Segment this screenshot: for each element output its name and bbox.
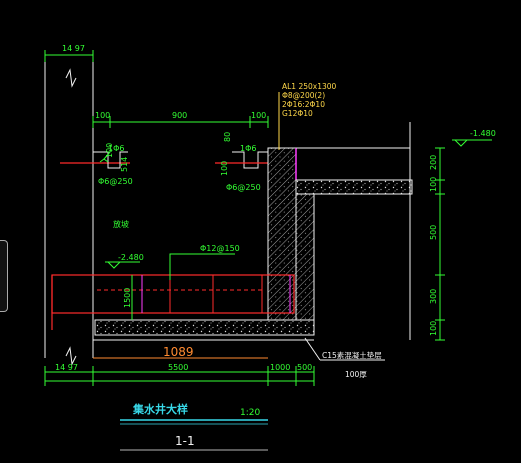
rebar-right-bottom-text: Φ6@250: [226, 183, 261, 192]
rebar-right-top-text: 1Φ6: [240, 144, 256, 153]
dim-514: 514: [120, 157, 129, 172]
dim-1089: 1089: [93, 345, 268, 359]
dim-top-spans: 100 900 100 80: [92, 111, 269, 142]
dim-top-900: 900: [172, 111, 187, 120]
dim-80: 80: [223, 132, 232, 142]
dim-bottom-5500: 5500: [168, 363, 188, 372]
level-top-text: -1.480: [470, 129, 496, 138]
dim-right-vertical: 200 100 500 300 100 -1.480: [409, 122, 496, 341]
dim-right-100-bottom: 100: [429, 321, 438, 336]
beam-label-main: 2Φ16:2Φ10: [282, 100, 325, 109]
cad-drawing-canvas[interactable]: 14 97 100 900 100 80 1Φ6 Φ6@250 514 100 …: [0, 0, 521, 463]
dim-bottom-left-text: 14 97: [55, 363, 78, 372]
dim-top-left: 14 97: [44, 44, 94, 62]
dim-right-300: 300: [429, 289, 438, 304]
rebar-left-bottom-text: Φ6@250: [98, 177, 133, 186]
title-block: 集水井大样 1:20 1-1: [120, 402, 268, 451]
beam-label: AL1 250x1300 Φ8@200(2) 2Φ16:2Φ10 G12Φ10: [278, 82, 337, 150]
beam-label-stirrup: Φ8@200(2): [282, 91, 325, 100]
dim-top-left-text: 14 97: [62, 44, 85, 53]
dim-top-100-left: 100: [95, 111, 110, 120]
concrete-callout: C15素混凝土垫层 100厚: [304, 337, 385, 379]
section-label: 1-1: [175, 434, 195, 448]
rebar-right-callout: 1Φ6 Φ6@250 100: [215, 144, 268, 192]
dim-bottom-1000: 1000: [270, 363, 290, 372]
dim-top-100-right: 100: [251, 111, 266, 120]
left-scroll-handle[interactable]: [0, 240, 8, 312]
slope-note: 放坡: [113, 219, 129, 229]
concrete-thickness: 100厚: [345, 370, 367, 379]
dim-right-500: 500: [429, 225, 438, 240]
dim-bottom-row: 14 97 5500 1000 500: [44, 363, 315, 386]
dim-right-100: 100: [220, 161, 229, 176]
drawing-scale: 1:20: [240, 408, 260, 418]
rebar-mid-text: Φ12@150: [200, 244, 240, 253]
dim-right-100-top: 100: [429, 177, 438, 192]
level-bottom-text: -2.480: [118, 253, 144, 262]
dim-right-200: 200: [429, 155, 438, 170]
dim-left-100: 100: [105, 143, 114, 158]
dim-bottom-500: 500: [297, 363, 312, 372]
concrete-note: C15素混凝土垫层: [322, 350, 382, 360]
beam-label-side: G12Φ10: [282, 109, 313, 118]
rebar-left-callout: 1Φ6 Φ6@250 514 100: [60, 143, 133, 186]
drawing-title: 集水井大样: [132, 402, 188, 416]
dim-1089-text: 1089: [163, 345, 194, 359]
beam-label-title: AL1 250x1300: [282, 82, 337, 91]
dim-1500: 1500: [123, 288, 132, 308]
